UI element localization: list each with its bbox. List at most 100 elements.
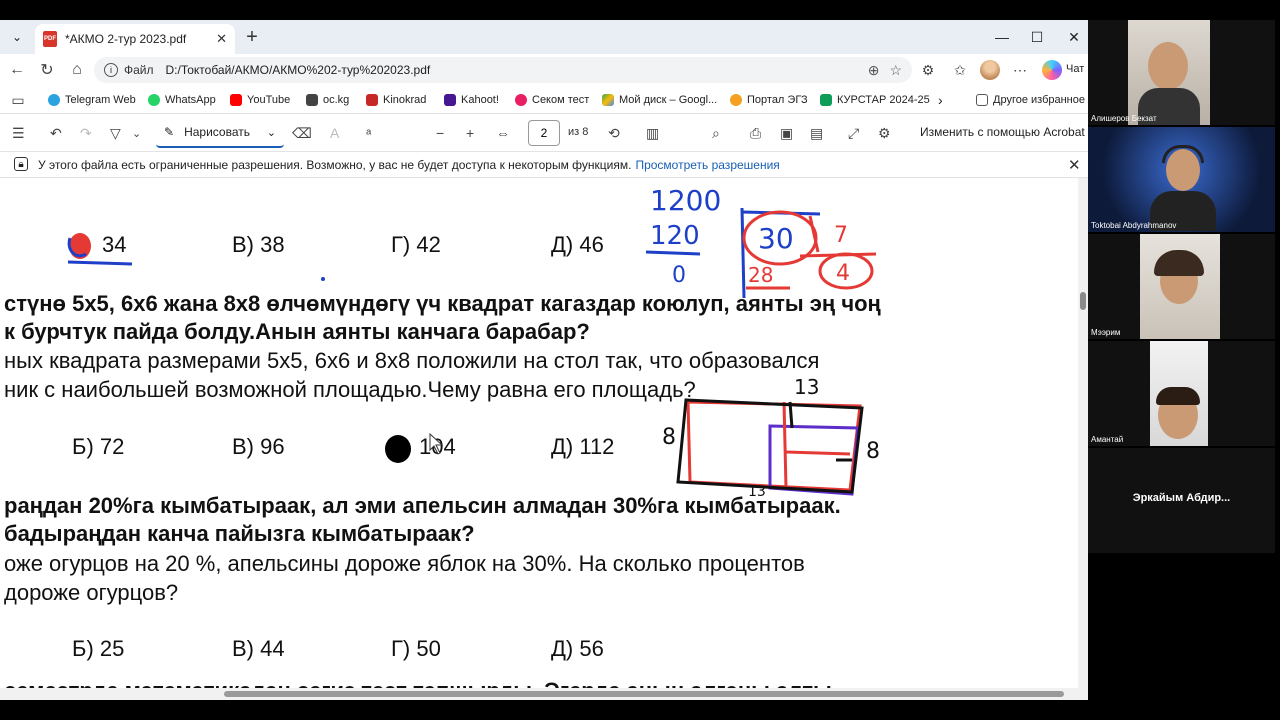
tab-active[interactable]: PDF *АКМО 2-тур 2023.pdf ✕ (35, 24, 235, 54)
participant-face (1148, 42, 1188, 90)
read-aloud-icon[interactable]: ᵃ (366, 123, 371, 143)
bookmark-3[interactable]: oc.kg (306, 91, 349, 109)
tab-list-button[interactable]: ⌄ (5, 26, 29, 48)
participant-tile-3[interactable]: Амантай (1088, 341, 1275, 446)
close-icon[interactable]: ✕ (216, 31, 227, 47)
chat-label[interactable]: Чат (1066, 63, 1084, 75)
bookmark-9[interactable]: КУРСТАР 2024-25 (820, 91, 930, 109)
sekom-icon (515, 94, 527, 106)
page-view-icon[interactable]: ▥ (646, 123, 659, 143)
bookmarks-menu-icon[interactable]: ▭ (8, 90, 28, 110)
save-as-icon[interactable]: ▤ (810, 123, 823, 143)
infobar-message: У этого файла есть ограниченные разрешен… (38, 158, 780, 172)
favorites-icon[interactable]: ✩ (950, 60, 970, 80)
minimize-button[interactable]: — (990, 26, 1014, 48)
back-icon[interactable]: ← (6, 59, 28, 81)
portal-icon (730, 94, 742, 106)
acrobat-edit-button[interactable]: Изменить с помощью Acrobat (920, 125, 1085, 139)
save-icon[interactable]: ▣ (780, 123, 793, 143)
zoom-out-icon[interactable]: − (436, 123, 444, 143)
eraser-icon[interactable]: ⌫ (292, 123, 312, 143)
zoom-icon[interactable]: ⊕ (868, 62, 880, 79)
participant-tile-4[interactable]: Эркайым Абдир... (1088, 448, 1275, 553)
search-icon[interactable]: ⌕ (712, 123, 720, 143)
zoom-in-icon[interactable]: + (466, 123, 474, 143)
participant-tile-0[interactable]: Алишеров Бекзат (1088, 20, 1275, 125)
avatar[interactable] (980, 60, 1000, 80)
answer-mark-q1-outline (67, 237, 87, 258)
q1-option-1: В) 38 (232, 232, 285, 257)
contents-icon[interactable]: ☰ (12, 123, 25, 143)
horizontal-scrollbar[interactable] (0, 688, 1078, 700)
participant-name: Алишеров Бекзат (1091, 114, 1157, 123)
fullscreen-icon[interactable]: ⤢ (848, 123, 859, 143)
view-permissions-link[interactable]: Просмотреть разрешения (635, 158, 779, 172)
q2-text-line3: ных квадрата размерами 5х5, 6х6 и 8х8 по… (4, 348, 820, 373)
ink-annotations: 1200 120 0 30 7 28 4 13 8 8 13 (67, 184, 880, 500)
q2-option-3: Д) 112 (551, 434, 615, 459)
info-icon[interactable]: i (104, 63, 118, 77)
q3-option-3: Д) 56 (551, 636, 604, 661)
bookmark-5[interactable]: Kahoot! (444, 91, 499, 109)
bookmark-6[interactable]: Секом тест (515, 91, 589, 109)
q2-option-1: В) 96 (232, 434, 285, 459)
draw-button[interactable]: ✎ Нарисовать ⌄ (156, 118, 284, 148)
favorite-star-icon[interactable]: ☆ (889, 62, 902, 79)
pdf-document-view[interactable]: 34 В) 38 Г) 42 Д) 46 стүнө 5х5, 6х6 жана… (0, 178, 1078, 688)
horizontal-scroll-thumb[interactable] (224, 691, 1064, 697)
close-window-button[interactable]: ✕ (1062, 26, 1086, 48)
more-icon[interactable]: ⋯ (1010, 60, 1030, 80)
q2-text-line4: ник с наибольшей возможной площадью.Чему… (4, 377, 696, 402)
participant-tile-2[interactable]: Мээрим (1088, 234, 1275, 339)
ink-number: 0 (672, 263, 686, 288)
participant-name: Toktobai Abdyrahmanov (1091, 221, 1177, 230)
q2-text-line1: стүнө 5х5, 6х6 жана 8х8 өлчөмүндөгү үч к… (4, 291, 881, 316)
address-bar-row: ← ↻ ⌂ i Файл D:/Токтобай/АКМО/АКМО%202-т… (0, 54, 1088, 86)
ink-line (741, 210, 821, 216)
answer-mark-q2 (385, 435, 411, 463)
address-scheme-label: Файл (124, 63, 154, 77)
vertical-scroll-thumb[interactable] (1080, 292, 1086, 310)
undo-icon[interactable]: ↶ (50, 123, 62, 143)
chevron-down-icon[interactable]: ⌄ (132, 123, 141, 143)
maximize-button[interactable]: ☐ (1025, 26, 1049, 48)
reload-icon[interactable]: ↻ (36, 59, 58, 81)
new-tab-button[interactable]: + (240, 25, 264, 49)
rect-label-top: 13 (794, 375, 819, 399)
rect-label-right: 8 (866, 439, 880, 464)
participant-name: Амантай (1091, 435, 1124, 444)
fit-page-icon[interactable]: ⇔ (496, 123, 510, 143)
bookmark-2[interactable]: YouTube (230, 91, 290, 109)
print-icon[interactable]: ⎙ (750, 123, 761, 143)
highlight-icon[interactable]: ▽ (110, 123, 121, 143)
bookmark-0[interactable]: Telegram Web (48, 91, 136, 109)
page-total-label: из 8 (568, 126, 589, 138)
participant-video (1128, 20, 1210, 125)
page-number-input[interactable]: 2 (528, 120, 560, 146)
bookmark-1[interactable]: WhatsApp (148, 91, 216, 109)
rect-divider (782, 401, 788, 489)
q4-text-partial: семестрде математикадан сегиз тест тапшы… (4, 678, 832, 688)
bookmark-7[interactable]: Мой диск – Googl... (602, 91, 717, 109)
vertical-scrollbar[interactable] (1078, 178, 1088, 700)
bookmarks-overflow-icon[interactable]: › (938, 91, 943, 109)
redo-icon[interactable]: ↷ (80, 123, 92, 143)
bookmark-4[interactable]: Kinokrad (366, 91, 426, 109)
rotate-icon[interactable]: ⟲ (608, 123, 620, 143)
bookmark-8[interactable]: Портал ЭГЗ (730, 91, 808, 109)
ink-circle (742, 210, 818, 266)
participant-tile-1[interactable]: Toktobai Abdyrahmanov (1088, 127, 1275, 232)
bookmarks-bar: ▭ Telegram Web WhatsApp YouTube oc.kg Ki… (0, 86, 1088, 114)
copilot-icon[interactable] (1042, 60, 1062, 80)
text-icon[interactable]: A (330, 123, 339, 143)
underline-stroke (67, 260, 133, 266)
answer-mark-q1 (69, 233, 91, 259)
address-input[interactable]: i Файл D:/Токтобай/АКМО/АКМО%202-тур%202… (94, 57, 912, 83)
ink-number: 4 (836, 261, 850, 286)
other-bookmarks[interactable]: Другое избранное (976, 91, 1085, 109)
close-icon[interactable]: ✕ (1068, 156, 1081, 174)
ink-line (808, 215, 820, 253)
gear-icon[interactable]: ⚙ (878, 123, 891, 143)
home-icon[interactable]: ⌂ (66, 59, 88, 81)
extensions-icon[interactable]: ⚙ (918, 60, 938, 80)
